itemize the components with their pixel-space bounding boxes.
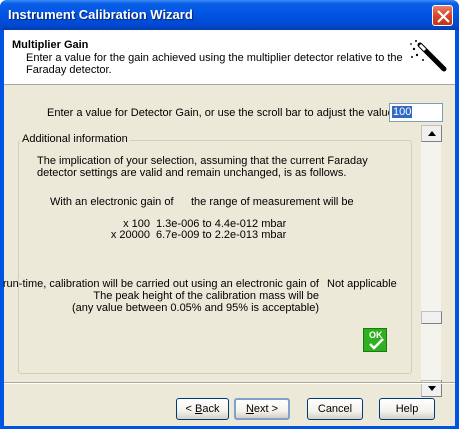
page-title: Multiplier Gain	[12, 39, 89, 51]
checkmark-icon	[369, 338, 384, 350]
runtime-line-1: At run-time, calibration will be carried…	[0, 278, 319, 290]
next-button[interactable]: Next >	[234, 398, 290, 420]
arrow-up-icon	[428, 131, 436, 136]
implication-text: The implication of your selection, assum…	[37, 155, 368, 179]
scroll-up-button[interactable]	[421, 125, 442, 142]
close-button[interactable]	[432, 5, 453, 26]
arrow-down-icon	[428, 386, 436, 391]
magic-wand-icon	[410, 40, 447, 72]
back-button[interactable]: < Back	[176, 398, 229, 420]
runtime-line-2: The peak height of the calibration mass …	[93, 290, 319, 302]
additional-info-legend: Additional information	[20, 133, 130, 145]
window-title: Instrument Calibration Wizard	[8, 7, 193, 22]
page-subtitle: Enter a value for the gain achieved usin…	[26, 52, 403, 76]
detector-gain-input[interactable]: 100	[389, 103, 443, 122]
runtime-line-3: (any value between 0.05% and 95% is acce…	[71, 302, 319, 314]
runtime-gain-value: Not applicable	[327, 278, 397, 290]
detector-gain-value: 100	[392, 106, 413, 118]
cancel-button[interactable]: Cancel	[307, 398, 363, 420]
table-row-range: 6.7e-009 to 2.2e-013 mbar	[156, 229, 287, 241]
wizard-header: Multiplier Gain Enter a value for the ga…	[4, 30, 455, 85]
scroll-thumb[interactable]	[421, 310, 442, 324]
help-button[interactable]: Help	[379, 398, 435, 420]
button-separator	[4, 382, 455, 384]
close-icon	[437, 10, 450, 23]
range-column-header: the range of measurement will be	[191, 196, 354, 208]
gain-column-header: With an electronic gain of	[50, 196, 174, 208]
title-bar[interactable]: Instrument Calibration Wizard	[0, 0, 459, 30]
ok-status-icon: OK	[363, 328, 387, 352]
wizard-window: Instrument Calibration Wizard Multiplier…	[0, 0, 459, 429]
vertical-scrollbar[interactable]	[420, 125, 442, 397]
dialog-client-area: Multiplier Gain Enter a value for the ga…	[0, 30, 455, 426]
gain-prompt: Enter a value for Detector Gain, or use …	[47, 107, 397, 119]
